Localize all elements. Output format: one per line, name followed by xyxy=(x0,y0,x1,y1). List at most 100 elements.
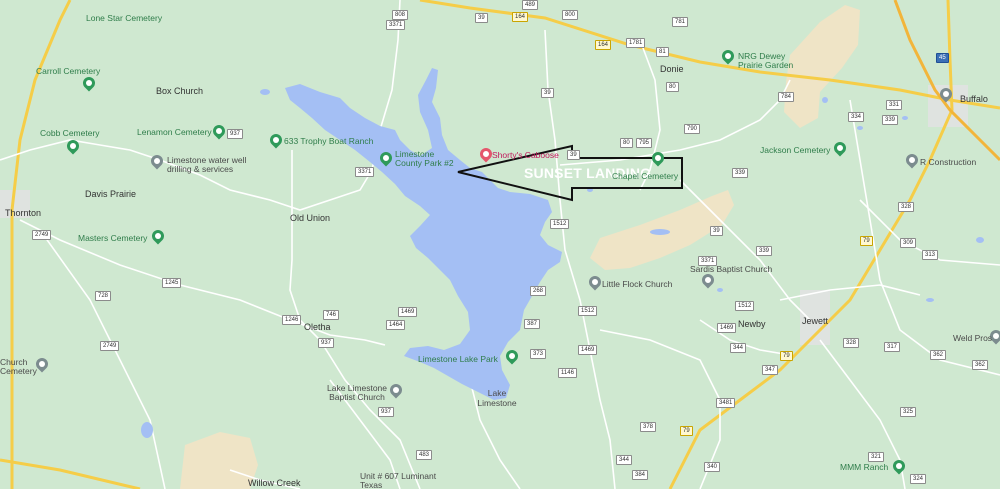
road-shield: 1245 xyxy=(162,278,182,288)
road-shield: 728 xyxy=(95,291,112,301)
road-shield: 325 xyxy=(900,407,917,417)
road-shield: 39 xyxy=(710,226,723,236)
road-shield: 937 xyxy=(378,407,395,417)
road-shield: 313 xyxy=(922,250,939,260)
road-shield: 344 xyxy=(616,455,633,465)
place-label[interactable]: Old Union xyxy=(290,213,330,223)
road-shield: 800 xyxy=(562,10,579,20)
road-shield: 39 xyxy=(567,150,580,160)
place-label[interactable]: Lone Star Cemetery xyxy=(86,13,162,23)
road-shield: 2749 xyxy=(32,230,52,240)
road-shield: 1464 xyxy=(386,320,406,330)
place-label[interactable]: Buffalo xyxy=(960,94,988,104)
road-shield: 1512 xyxy=(578,306,598,316)
road-shield: 489 xyxy=(522,0,539,10)
road-shield: 340 xyxy=(704,462,721,472)
place-label[interactable]: Davis Prairie xyxy=(85,189,136,199)
place-label[interactable]: Willow Creek xyxy=(248,478,301,488)
road-shield: 344 xyxy=(730,343,747,353)
road-shield: 1469 xyxy=(717,323,737,333)
road-shield: 39 xyxy=(475,13,488,23)
place-label[interactable]: NRG Dewey Prairie Garden xyxy=(738,52,808,70)
place-label[interactable]: Lenamon Cemetery xyxy=(137,127,212,137)
road-shield: 328 xyxy=(898,202,915,212)
road-shield: 937 xyxy=(227,129,244,139)
road-shield: 317 xyxy=(884,342,901,352)
road-shield: 1246 xyxy=(282,315,302,325)
road-shield: 80 xyxy=(666,82,679,92)
road-shield: 746 xyxy=(323,310,340,320)
road-shield: 3371 xyxy=(386,20,406,30)
map-canvas[interactable]: SUNSET LANDING Lone Star Cemetery Carrol… xyxy=(0,0,1000,489)
road-shield: 81 xyxy=(656,47,669,57)
place-label[interactable]: Donie xyxy=(660,64,684,74)
road-shield: 79 xyxy=(860,236,873,246)
road-shield: 324 xyxy=(910,474,927,484)
road-shield: 339 xyxy=(756,246,773,256)
road-shield: 268 xyxy=(530,286,547,296)
road-shield: 3481 xyxy=(716,398,736,408)
interstate-shield-icon: 45 xyxy=(936,53,949,63)
road-shield: 387 xyxy=(524,319,541,329)
road-shield: 164 xyxy=(595,40,612,50)
map-base xyxy=(0,0,1000,489)
road-shield: 80 xyxy=(620,138,633,148)
road-shield: 781 xyxy=(672,17,689,27)
place-label[interactable]: Oletha xyxy=(304,322,331,332)
road-shield: 1512 xyxy=(550,219,570,229)
road-shield: 331 xyxy=(886,100,903,110)
place-label[interactable]: Weld Pros xyxy=(953,333,992,343)
road-shield: 39 xyxy=(541,88,554,98)
road-shield: 362 xyxy=(972,360,989,370)
place-label[interactable]: Carroll Cemetery xyxy=(36,66,100,76)
road-shield: 795 xyxy=(636,138,653,148)
road-shield: 1469 xyxy=(578,345,598,355)
road-shield: 1512 xyxy=(735,301,755,311)
road-shield: 164 xyxy=(512,12,529,22)
road-shield: 79 xyxy=(780,351,793,361)
place-label[interactable]: 633 Trophy Boat Ranch xyxy=(284,136,373,146)
road-shield: 321 xyxy=(868,452,885,462)
road-shield: 362 xyxy=(930,350,947,360)
road-shield: 384 xyxy=(632,470,649,480)
road-shield: 309 xyxy=(900,238,917,248)
place-label[interactable]: Jewett xyxy=(802,316,828,326)
road-shield: 937 xyxy=(318,338,335,348)
place-label[interactable]: Jackson Cemetery xyxy=(760,145,830,155)
road-shield: 1146 xyxy=(558,368,577,378)
road-shield: 339 xyxy=(732,168,749,178)
road-shield: 483 xyxy=(416,450,433,460)
place-label[interactable]: Unit # 607 Luminant Texas xyxy=(360,472,440,489)
road-shield: 1469 xyxy=(398,307,418,317)
place-label[interactable]: Lake Limestone Baptist Church xyxy=(322,384,392,402)
road-shield: 3371 xyxy=(355,167,375,177)
place-label[interactable]: Limestone water well drilling & services xyxy=(167,156,257,174)
road-shield: 378 xyxy=(640,422,657,432)
place-label[interactable]: Lake Limestone xyxy=(474,388,520,408)
road-shield: 347 xyxy=(762,365,779,375)
place-label[interactable]: Box Church xyxy=(156,86,203,96)
place-label[interactable]: MMM Ranch xyxy=(840,462,888,472)
road-shield: 79 xyxy=(680,426,693,436)
place-label[interactable]: R Construction xyxy=(920,157,976,167)
place-label[interactable]: Chapel Cemetery xyxy=(612,171,678,181)
road-shield: 808 xyxy=(392,10,409,20)
place-label[interactable]: Shorty's Caboose xyxy=(492,150,559,160)
road-shield: 790 xyxy=(684,124,701,134)
road-shield: 373 xyxy=(530,349,547,359)
place-label[interactable]: Church Cemetery xyxy=(0,358,40,376)
road-shield: 334 xyxy=(848,112,865,122)
place-label[interactable]: Masters Cemetery xyxy=(78,233,147,243)
road-shield: 339 xyxy=(882,115,899,125)
road-shield: 784 xyxy=(778,92,795,102)
road-shield: 2749 xyxy=(100,341,120,351)
road-shield: 1781 xyxy=(626,38,646,48)
place-label[interactable]: Cobb Cemetery xyxy=(40,128,100,138)
place-label[interactable]: Limestone County Park #2 xyxy=(395,150,455,168)
place-label[interactable]: Newby xyxy=(738,319,766,329)
place-label[interactable]: Little Flock Church xyxy=(602,279,672,289)
road-shield: 3371 xyxy=(698,256,718,266)
place-label[interactable]: Thornton xyxy=(5,208,41,218)
road-shield: 328 xyxy=(843,338,860,348)
place-label[interactable]: Limestone Lake Park xyxy=(418,354,498,364)
